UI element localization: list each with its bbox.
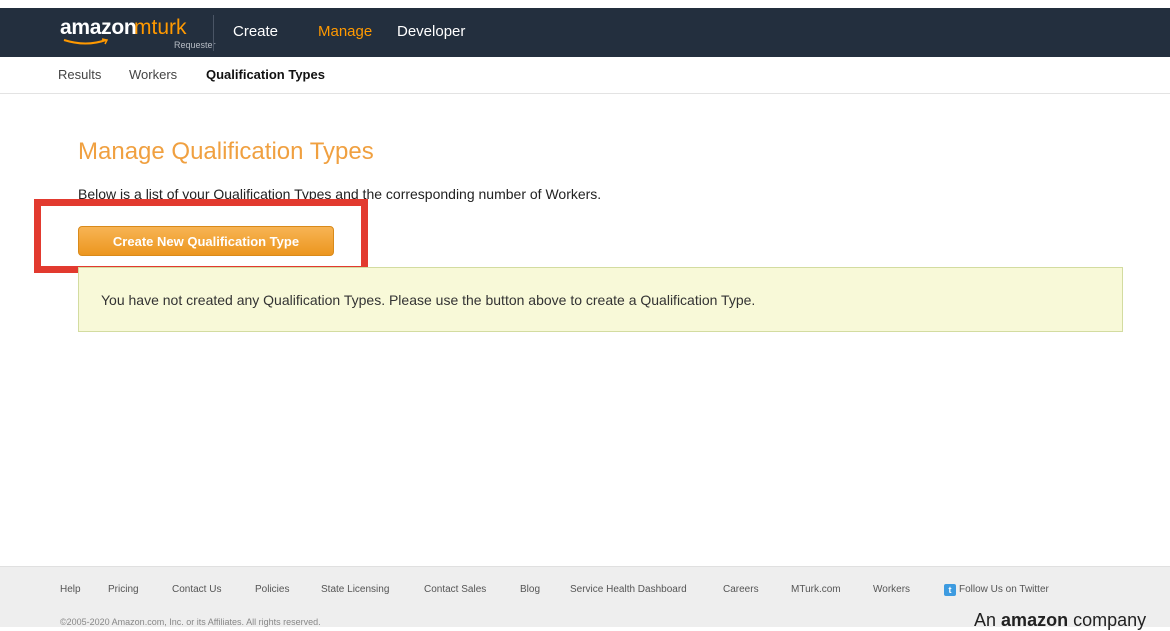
footer-help[interactable]: Help: [60, 584, 81, 595]
nav-manage[interactable]: Manage: [318, 23, 372, 40]
footer-service-health-dashboard[interactable]: Service Health Dashboard: [570, 584, 687, 595]
amazon-company-logo: An amazon company: [974, 610, 1146, 631]
footer-pricing[interactable]: Pricing: [108, 584, 139, 595]
create-qualification-type-button[interactable]: Create New Qualification Type: [78, 226, 334, 256]
twitter-icon[interactable]: t: [944, 584, 956, 596]
nav-divider: [213, 15, 214, 51]
sub-navbar: Results Workers Qualification Types: [0, 57, 1170, 94]
subnav-workers[interactable]: Workers: [129, 67, 177, 82]
notice-text: You have not created any Qualification T…: [101, 292, 756, 308]
top-navbar: amazon mturk Requester Create Manage Dev…: [0, 8, 1170, 57]
footer-policies[interactable]: Policies: [255, 584, 289, 595]
footer-state-licensing[interactable]: State Licensing: [321, 584, 389, 595]
nav-create[interactable]: Create: [233, 23, 278, 40]
footer-contact-us[interactable]: Contact Us: [172, 584, 221, 595]
empty-notice: You have not created any Qualification T…: [78, 267, 1123, 332]
amazon-text: amazon: [1001, 610, 1069, 630]
footer-follow-twitter[interactable]: Follow Us on Twitter: [959, 584, 1049, 595]
footer-blog[interactable]: Blog: [520, 584, 540, 595]
logo-requester-text: Requester: [174, 40, 216, 50]
footer-mturk-com[interactable]: MTurk.com: [791, 584, 841, 595]
company-text: company: [1073, 610, 1147, 630]
footer: Help Pricing Contact Us Policies State L…: [0, 566, 1170, 630]
page-title: Manage Qualification Types: [78, 138, 374, 165]
subnav-qualification-types[interactable]: Qualification Types: [206, 67, 325, 82]
mturk-logo[interactable]: amazon mturk Requester: [60, 16, 216, 54]
footer-careers[interactable]: Careers: [723, 584, 759, 595]
amazon-smile-icon: [63, 38, 109, 45]
footer-workers[interactable]: Workers: [873, 584, 910, 595]
logo-amazon-text: amazon: [60, 16, 137, 39]
nav-developer[interactable]: Developer: [397, 23, 465, 40]
subnav-results[interactable]: Results: [58, 67, 101, 82]
intro-text: Below is a list of your Qualification Ty…: [78, 186, 602, 202]
an-text: An: [974, 610, 997, 630]
footer-contact-sales[interactable]: Contact Sales: [424, 584, 486, 595]
logo-mturk-text: mturk: [134, 16, 187, 39]
